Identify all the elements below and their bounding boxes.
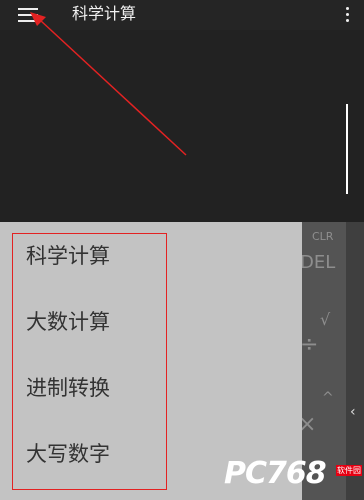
power-button[interactable]: ^ xyxy=(322,390,334,406)
hamburger-menu-icon[interactable] xyxy=(18,5,40,25)
delete-button[interactable]: DEL xyxy=(300,252,335,273)
sqrt-button[interactable]: √ xyxy=(320,310,330,329)
watermark-text: PC768 xyxy=(224,456,327,491)
more-vert-icon[interactable] xyxy=(342,5,352,25)
watermark-subtext: 软件园 xyxy=(336,465,362,476)
drawer-item-scientific[interactable]: 科学计算 xyxy=(26,243,110,269)
clear-button[interactable]: CLR xyxy=(312,230,333,243)
divide-button[interactable]: ÷ xyxy=(300,332,318,357)
drawer-item-bignumber[interactable]: 大数计算 xyxy=(26,309,110,335)
app-bar: 科学计算 xyxy=(0,0,364,30)
drawer-item-chinese-numerals[interactable]: 大写数字 xyxy=(26,441,110,467)
text-cursor xyxy=(346,104,348,194)
drawer-item-base-conversion[interactable]: 进制转换 xyxy=(26,375,110,401)
chevron-left-icon[interactable]: ‹ xyxy=(350,404,356,420)
page-title: 科学计算 xyxy=(72,4,137,23)
watermark-logo: PC768 软件园 xyxy=(224,456,364,500)
calculator-display[interactable] xyxy=(0,30,364,222)
